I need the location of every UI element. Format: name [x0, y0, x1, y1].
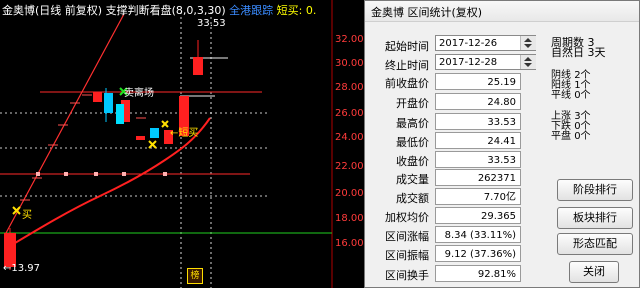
candle-count-block: 阴线 2个 阳线 1个 平线 0个 [551, 71, 591, 101]
stat-value: 9.12 (37.36%) [435, 245, 521, 262]
y-tick: 18.00 [335, 213, 364, 224]
short-buy-value: 0. [305, 4, 317, 17]
candle-up [136, 136, 145, 140]
y-tick: 26.00 [335, 108, 364, 119]
flat2-value: 0个 [574, 131, 591, 142]
pattern-match-button[interactable]: 形态匹配 [557, 233, 633, 255]
y-tick: 16.00 [335, 238, 364, 249]
stat-label: 加权均价 [385, 211, 429, 224]
stat-label: 区间振幅 [385, 249, 429, 262]
stat-label: 最低价 [396, 136, 429, 149]
stat-value: 92.81% [435, 265, 521, 282]
end-date-value: 2017-12-28 [439, 57, 498, 68]
rank-badge[interactable]: 榜 [187, 268, 203, 284]
stat-label: 开盘价 [396, 97, 429, 110]
chart-title: 金奥博(日线 前复权) 支撑判断看盘(8,0,3,30) 全港跟踪 短买: 0. [2, 4, 317, 17]
buy-marker-label: 买 [22, 210, 32, 221]
low-price-label: ←13.97 [3, 263, 41, 274]
flat-label: 平线 [551, 90, 571, 101]
short-buy-label: 短买 [276, 4, 299, 17]
end-date-label: 终止时间 [385, 59, 429, 72]
close-button[interactable]: 关闭 [569, 261, 619, 283]
start-date-label: 起始时间 [385, 40, 429, 53]
stat-label: 成交量 [396, 173, 429, 186]
natural-days-value: 3天 [587, 46, 606, 59]
y-tick: 22.00 [335, 161, 364, 172]
adjust-label: 前复权 [64, 4, 98, 17]
stock-name: 金奥博 [2, 4, 35, 17]
candle-down [116, 104, 124, 124]
stat-value: 24.80 [435, 93, 521, 110]
start-date-spinner[interactable] [520, 36, 536, 50]
y-tick: 30.00 [335, 58, 364, 69]
tracking-label: 全港跟踪 [229, 4, 274, 17]
stat-label: 成交额 [396, 192, 429, 205]
candle-up [193, 57, 203, 75]
dialog-titlebar[interactable]: 金奥博 区间统计(复权) [365, 1, 639, 22]
flat-value: 0个 [574, 90, 591, 101]
stat-value: 29.365 [435, 207, 521, 224]
high-price-label: 33.53 [197, 18, 226, 29]
stage-ranking-button[interactable]: 阶段排行 [557, 179, 633, 201]
start-date-value: 2017-12-26 [439, 38, 498, 49]
stat-label: 收盘价 [396, 155, 429, 168]
y-tick: 28.00 [335, 82, 364, 93]
y-tick: 32.00 [335, 34, 364, 45]
sector-ranking-button[interactable]: 板块排行 [557, 207, 633, 229]
stat-value: 7.70亿 [435, 188, 521, 205]
stat-value: 33.53 [435, 151, 521, 168]
stat-label: 区间换手 [385, 269, 429, 282]
stat-value: 24.41 [435, 132, 521, 149]
y-tick: 24.00 [335, 132, 364, 143]
indicator-label: 支撑判断看盘(8,0,3,30) [105, 4, 226, 17]
buy-signal-label: ←短买 [170, 128, 199, 139]
candle-up [93, 92, 102, 102]
stat-label: 最高价 [396, 117, 429, 130]
stat-label: 区间涨幅 [385, 230, 429, 243]
stat-value: 8.34 (33.11%) [435, 226, 521, 243]
period-label: 日线 [39, 4, 62, 17]
natural-days-label: 自然日 [551, 46, 584, 59]
dialog-title: 金奥博 区间统计(复权) [371, 6, 483, 19]
y-tick: 20.00 [335, 188, 364, 199]
stat-label: 前收盘价 [385, 77, 429, 90]
flat2-label: 平盘 [551, 131, 571, 142]
candle-down [150, 128, 159, 138]
sell-signal-label: 卖离场 [124, 88, 154, 99]
interval-stats-dialog: 金奥博 区间统计(复权) 起始时间 2017-12-26 终止时间 2017-1… [364, 0, 640, 288]
stat-value: 25.19 [435, 73, 521, 90]
end-date-spinner[interactable] [520, 55, 536, 69]
kline-chart-canvas[interactable] [0, 0, 365, 288]
stat-value: 262371 [435, 169, 521, 186]
stat-value: 33.53 [435, 113, 521, 130]
change-count-block: 上涨 3个 下跌 0个 平盘 0个 [551, 112, 591, 142]
candle-down [104, 93, 113, 113]
